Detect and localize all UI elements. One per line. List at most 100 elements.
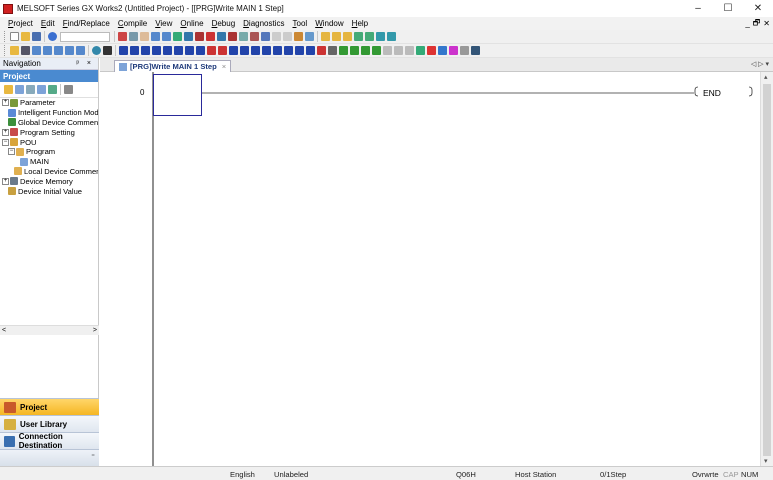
contact-no-icon[interactable]: [119, 46, 128, 55]
tree-expander-icon[interactable]: +: [2, 99, 9, 107]
tree-item[interactable]: Local Device Commer: [0, 167, 98, 177]
pulse-icon[interactable]: [251, 46, 260, 55]
save-icon[interactable]: [32, 32, 41, 41]
tree-item[interactable]: MAIN: [0, 157, 98, 167]
write-mode-icon[interactable]: [427, 46, 436, 55]
step-icon[interactable]: [332, 32, 341, 41]
step-icon[interactable]: [343, 32, 352, 41]
sim-icon[interactable]: [387, 32, 396, 41]
invert-icon[interactable]: [273, 46, 282, 55]
tree-item[interactable]: + Program Setting: [0, 127, 98, 137]
tree-expander-icon[interactable]: −: [8, 148, 15, 156]
device-comment-icon[interactable]: [361, 46, 370, 55]
monitor-icon[interactable]: [195, 32, 204, 41]
maximize-button[interactable]: ☐: [713, 0, 743, 17]
menu-edit[interactable]: Edit: [37, 19, 59, 28]
copy-icon[interactable]: [129, 32, 138, 41]
cut-icon[interactable]: [118, 32, 127, 41]
compile-icon[interactable]: [217, 32, 226, 41]
sim-icon[interactable]: [376, 32, 385, 41]
nav-project-button[interactable]: Project: [0, 398, 99, 415]
delete-vline-icon[interactable]: [218, 46, 227, 55]
operation-icon[interactable]: [284, 46, 293, 55]
pulse-icon[interactable]: [262, 46, 271, 55]
menu-project[interactable]: Project: [4, 19, 37, 28]
tree-item[interactable]: Global Device Comment: [0, 118, 98, 128]
nav-user-library-button[interactable]: User Library: [0, 415, 99, 432]
navigation-pin-close[interactable]: ᵖ ×: [76, 60, 94, 67]
edit-cursor[interactable]: [153, 74, 202, 116]
tab-navigation-icon[interactable]: ◁ ▷ ▾: [751, 60, 769, 68]
run-icon[interactable]: [365, 32, 374, 41]
window-icon[interactable]: [54, 46, 63, 55]
instruction-icon[interactable]: [174, 46, 183, 55]
menu-view[interactable]: View: [151, 19, 176, 28]
redo-icon[interactable]: [162, 32, 171, 41]
open-data-icon[interactable]: [15, 85, 24, 94]
ladder-mode-icon[interactable]: [416, 46, 425, 55]
parallel-nc-icon[interactable]: [152, 46, 161, 55]
scroll-down-icon[interactable]: ▾: [764, 457, 768, 465]
comment-icon[interactable]: [328, 46, 337, 55]
tree-item[interactable]: + Parameter: [0, 98, 98, 108]
search-icon[interactable]: [294, 32, 303, 41]
pulse-icon[interactable]: [240, 46, 249, 55]
tree-item[interactable]: − POU: [0, 137, 98, 147]
tab-close-icon[interactable]: ×: [222, 62, 226, 71]
minimize-button[interactable]: –: [683, 0, 713, 17]
operation-icon[interactable]: [306, 46, 315, 55]
scroll-up-icon[interactable]: ▴: [764, 73, 768, 81]
properties-icon[interactable]: [26, 85, 35, 94]
online-icon[interactable]: [250, 32, 259, 41]
refresh-icon[interactable]: [48, 85, 57, 94]
diagnostics-icon[interactable]: [261, 32, 270, 41]
navigation-horizontal-scrollbar[interactable]: < >: [0, 325, 99, 335]
window-icon[interactable]: [32, 46, 41, 55]
coil-icon[interactable]: [163, 46, 172, 55]
read-mode-icon[interactable]: [438, 46, 447, 55]
open-icon[interactable]: [21, 32, 30, 41]
tree-item[interactable]: − Program: [0, 147, 98, 157]
new-icon[interactable]: [10, 32, 19, 41]
scroll-left-icon[interactable]: <: [2, 327, 6, 334]
step-icon[interactable]: [321, 32, 330, 41]
nav-connection-button[interactable]: Connection Destination: [0, 432, 99, 450]
window-icon[interactable]: [76, 46, 85, 55]
tree-expander-icon[interactable]: +: [2, 177, 9, 185]
delete-hline-icon[interactable]: [207, 46, 216, 55]
check-icon[interactable]: [239, 32, 248, 41]
undo-icon[interactable]: [151, 32, 160, 41]
convert-icon[interactable]: [228, 32, 237, 41]
statement-icon[interactable]: [339, 46, 348, 55]
navigation-options-icon[interactable]: ⁼: [91, 453, 95, 461]
run-icon[interactable]: [354, 32, 363, 41]
menu-help[interactable]: Help: [348, 19, 372, 28]
mdi-minimize-button[interactable]: _: [745, 19, 749, 28]
write-icon[interactable]: [173, 32, 182, 41]
tree-item[interactable]: Device Initial Value: [0, 186, 98, 196]
help-icon[interactable]: [48, 32, 57, 41]
hline-icon[interactable]: [185, 46, 194, 55]
tree-expander-icon[interactable]: +: [2, 128, 9, 136]
menu-compile[interactable]: Compile: [114, 19, 151, 28]
line-draw-icon[interactable]: [317, 46, 326, 55]
alias-icon[interactable]: [372, 46, 381, 55]
tab-prg-write-main[interactable]: [PRG]Write MAIN 1 Step ×: [114, 60, 232, 72]
contact-nc-icon[interactable]: [130, 46, 139, 55]
project-view-icon[interactable]: [10, 46, 19, 55]
stop-icon[interactable]: [206, 32, 215, 41]
tree-item[interactable]: Intelligent Function Modu: [0, 108, 98, 118]
menu-online[interactable]: Online: [176, 19, 207, 28]
menu-find-replace[interactable]: Find/Replace: [59, 19, 114, 28]
operation-icon[interactable]: [295, 46, 304, 55]
magnify-icon[interactable]: [471, 46, 480, 55]
close-button[interactable]: ✕: [743, 0, 773, 17]
menu-debug[interactable]: Debug: [208, 19, 240, 28]
tree-expander-icon[interactable]: −: [2, 138, 9, 146]
editor-vertical-scrollbar[interactable]: ▴ ▾: [760, 72, 773, 466]
new-data-icon[interactable]: [4, 85, 13, 94]
parallel-no-icon[interactable]: [141, 46, 150, 55]
tree-item[interactable]: + Device Memory: [0, 176, 98, 186]
cross-ref-icon[interactable]: [305, 32, 314, 41]
monitor-mode-icon[interactable]: [449, 46, 458, 55]
